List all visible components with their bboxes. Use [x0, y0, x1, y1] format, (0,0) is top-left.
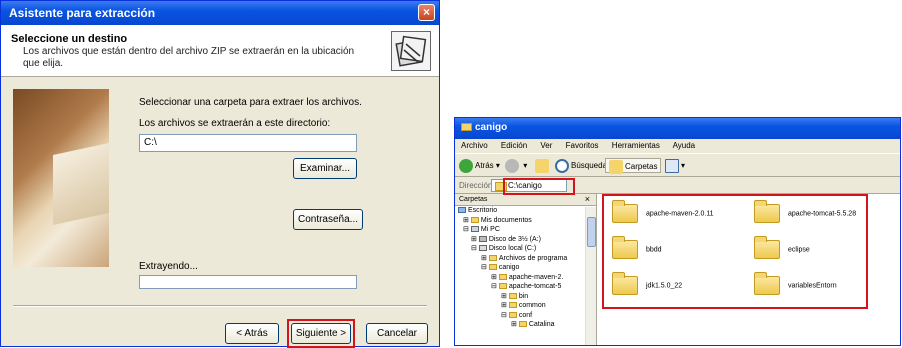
extracting-label: Extrayendo... [139, 261, 198, 272]
wizard-header: Seleccione un destino Los archivos que e… [1, 25, 439, 77]
back-nav-label: Atrás [475, 161, 494, 170]
next-button-highlight [287, 319, 355, 348]
views-icon [665, 158, 679, 173]
menu-ver[interactable]: Ver [540, 141, 552, 150]
menu-ayuda[interactable]: Ayuda [673, 141, 696, 150]
back-arrow-icon [459, 158, 473, 173]
explorer-title: canigo [475, 122, 508, 133]
forward-arrow-icon [505, 158, 519, 173]
tree-item-catalina[interactable]: ⊞ Catalina [455, 320, 596, 330]
tree-item-floppy[interactable]: ⊞ Disco de 3½ (A:) [455, 235, 596, 245]
tree-item-mis-documentos[interactable]: ⊞ Mis documentos [455, 216, 596, 226]
tree-item-conf[interactable]: ⊟ conf [455, 311, 596, 321]
forward-nav-button[interactable]: ▾ [505, 158, 527, 173]
directory-label: Los archivos se extraerán a este directo… [139, 118, 331, 129]
close-pane-icon[interactable]: × [585, 194, 590, 204]
zip-folder-icon [391, 31, 431, 71]
password-button[interactable]: Contraseña... [293, 209, 363, 230]
address-label: Dirección [459, 181, 493, 190]
extraction-wizard-window: Asistente para extracción × Seleccione u… [0, 0, 440, 348]
tree-item-mi-pc[interactable]: ⊟ Mi PC [455, 225, 596, 235]
wizard-step-title: Seleccione un destino [11, 33, 128, 45]
menu-archivo[interactable]: Archivo [461, 141, 488, 150]
tree-item-common[interactable]: ⊞ common [455, 301, 596, 311]
menu-herramientas[interactable]: Herramientas [612, 141, 660, 150]
browse-button[interactable]: Examinar... [293, 158, 357, 179]
explorer-titlebar: canigo [455, 118, 900, 139]
tree-item-archivos-de-programa[interactable]: ⊞ Archivos de programa [455, 254, 596, 264]
tree-item-canigo[interactable]: ⊟ canigo [455, 263, 596, 273]
folders-pane: Carpetas × Escritorio ⊞ Mis documentos ⊟… [455, 194, 597, 345]
views-button[interactable]: ▾ [665, 158, 685, 173]
up-folder-button[interactable] [535, 158, 551, 173]
extraction-progress-bar [139, 275, 357, 289]
cancel-button[interactable]: Cancelar [366, 323, 428, 344]
back-button[interactable]: < Atrás [225, 323, 279, 344]
search-label: Búsqueda [571, 161, 608, 170]
folders-pane-header: Carpetas × [455, 194, 596, 206]
wizard-title: Asistente para extracción [9, 6, 156, 20]
explorer-menubar: Archivo Edición Ver Favoritos Herramient… [455, 139, 900, 153]
folders-label: Carpetas [625, 162, 658, 171]
wizard-separator [13, 305, 427, 307]
search-icon [555, 158, 569, 173]
wizard-illustration [13, 89, 109, 267]
address-highlight [503, 178, 575, 195]
tree-item-disco-local[interactable]: ⊟ Disco local (C:) [455, 244, 596, 254]
up-folder-icon [535, 158, 549, 173]
menu-edicion[interactable]: Edición [501, 141, 527, 150]
tree-item-escritorio[interactable]: Escritorio [455, 206, 596, 216]
wizard-titlebar: Asistente para extracción × [1, 1, 439, 25]
explorer-window: canigo Archivo Edición Ver Favoritos Her… [454, 117, 901, 346]
folders-pane-title: Carpetas [459, 196, 488, 203]
folders-scrollbar[interactable] [585, 207, 596, 345]
folders-icon [609, 159, 623, 174]
menu-favoritos[interactable]: Favoritos [566, 141, 599, 150]
tree-item-bin[interactable]: ⊞ bin [455, 292, 596, 302]
close-icon[interactable]: × [418, 4, 435, 21]
folders-button[interactable]: Carpetas [605, 158, 662, 174]
back-nav-button[interactable]: Atrás ▾ [459, 158, 500, 173]
tree-item-apache-maven[interactable]: ⊞ apache-maven-2. [455, 273, 596, 283]
destination-directory-input[interactable]: C:\ [139, 134, 357, 152]
scrollbar-thumb[interactable] [587, 217, 596, 247]
file-list-highlight [602, 194, 868, 309]
explorer-toolbar: Atrás ▾ ▾ Búsqueda Carpetas ▾ [455, 153, 900, 177]
folder-icon [461, 123, 472, 132]
search-button[interactable]: Búsqueda [555, 158, 607, 173]
tree-item-apache-tomcat[interactable]: ⊟ apache-tomcat-5 [455, 282, 596, 292]
wizard-step-description: Los archivos que están dentro del archiv… [23, 46, 355, 69]
select-folder-label: Seleccionar una carpeta para extraer los… [139, 97, 362, 108]
